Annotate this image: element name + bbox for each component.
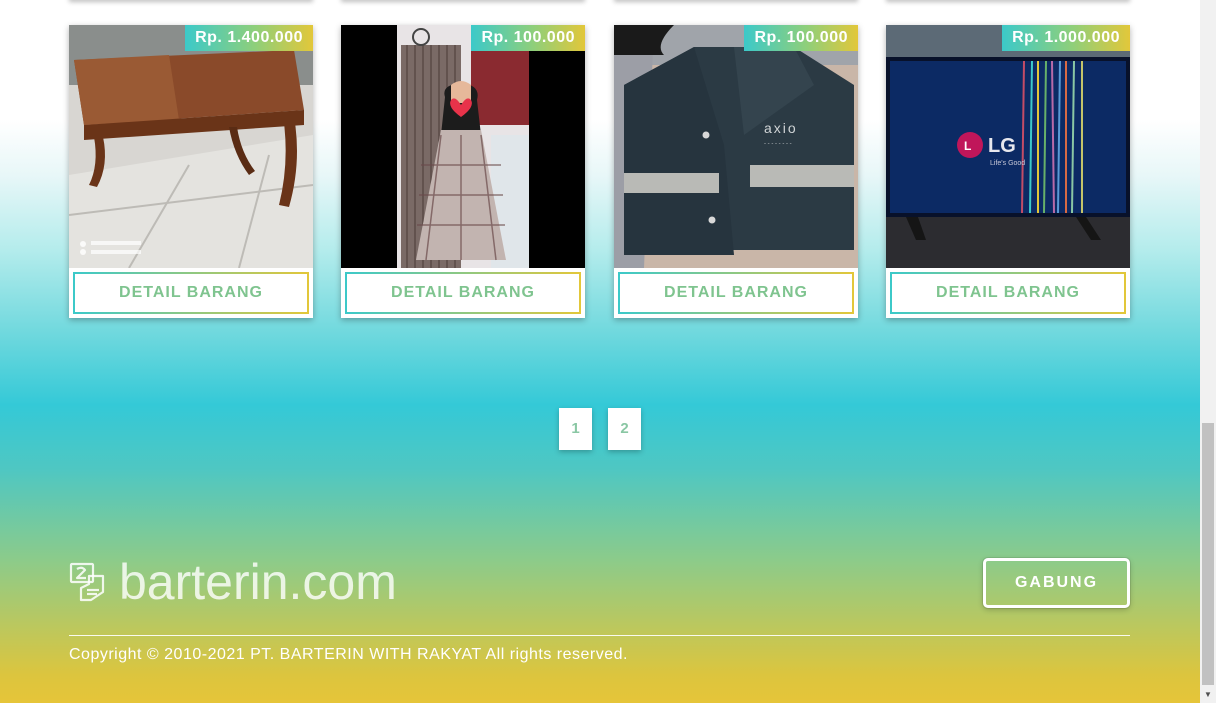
- product-image-table[interactable]: Rp. 1.400.000: [69, 25, 313, 268]
- product-image-raincoat[interactable]: axio - - - - - - - - Rp. 100.000: [614, 25, 858, 268]
- price-tag: Rp. 1.000.000: [1002, 25, 1130, 51]
- footer-logo[interactable]: barterin.com: [69, 556, 397, 608]
- svg-text:- - - - - - - -: - - - - - - - -: [764, 141, 792, 147]
- join-button[interactable]: GABUNG: [983, 558, 1130, 608]
- footer-divider: [69, 635, 1130, 636]
- scroll-down-arrow-icon[interactable]: ▼: [1200, 686, 1216, 703]
- copyright-text: Copyright © 2010-2021 PT. BARTERIN WITH …: [69, 646, 628, 663]
- product-card[interactable]: L LG Life's Good Rp. 1.000.000 DETAIL BA…: [886, 25, 1130, 318]
- svg-text:axio: axio: [764, 120, 798, 136]
- detail-button[interactable]: DETAIL BARANG: [345, 272, 581, 314]
- scrollbar-thumb[interactable]: [1202, 423, 1214, 685]
- svg-text:Life's Good: Life's Good: [990, 160, 1025, 167]
- product-card[interactable]: Rp. 100.000 DETAIL BARANG: [341, 25, 585, 318]
- price-tag: Rp. 1.400.000: [185, 25, 313, 51]
- detail-button[interactable]: DETAIL BARANG: [890, 272, 1126, 314]
- vertical-scrollbar[interactable]: ▼: [1200, 0, 1216, 703]
- page: Rp. 1.400.000 DETAIL BARANG Rp. 100.000 …: [0, 0, 1200, 703]
- product-image-tv[interactable]: L LG Life's Good Rp. 1.000.000: [886, 25, 1130, 268]
- detail-button[interactable]: DETAIL BARANG: [73, 272, 309, 314]
- svg-text:L: L: [964, 139, 971, 153]
- product-card[interactable]: axio - - - - - - - - Rp. 100.000 DETAIL …: [614, 25, 858, 318]
- price-tag: Rp. 100.000: [744, 25, 858, 51]
- detail-button[interactable]: DETAIL BARANG: [618, 272, 854, 314]
- logo-text: barterin.com: [119, 554, 397, 610]
- product-image-dress[interactable]: Rp. 100.000: [341, 25, 585, 268]
- page-button-1[interactable]: 1: [559, 408, 592, 450]
- svg-text:LG: LG: [988, 135, 1016, 157]
- page-button-2[interactable]: 2: [608, 408, 641, 450]
- barter-hand-icon: [69, 562, 105, 602]
- price-tag: Rp. 100.000: [471, 25, 585, 51]
- product-card[interactable]: Rp. 1.400.000 DETAIL BARANG: [69, 25, 313, 318]
